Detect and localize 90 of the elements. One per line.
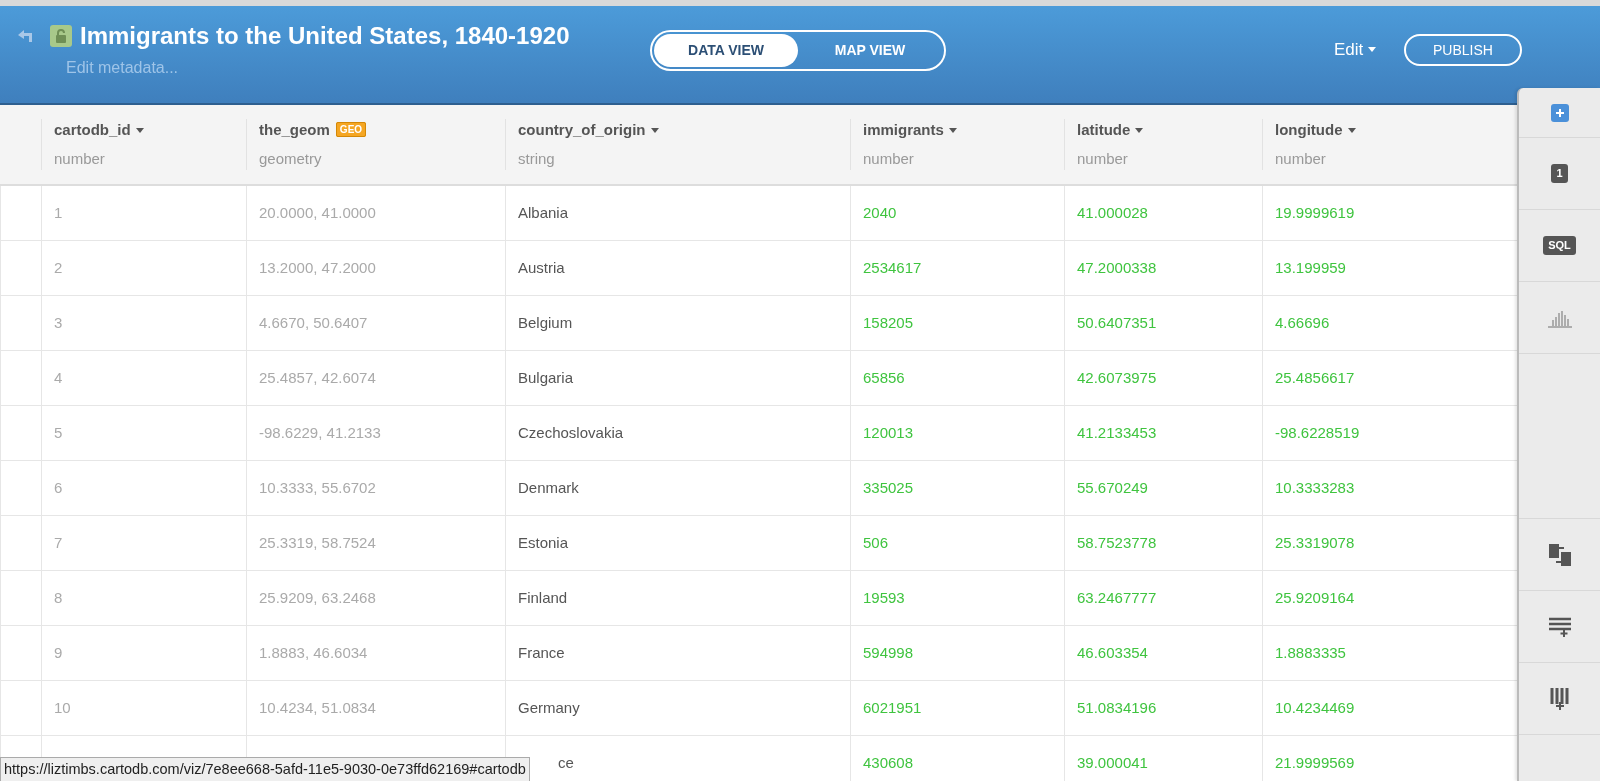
status-url-tooltip: https://liztimbs.cartodb.com/viz/7e8ee668-5afd-11e5-9030-0e73ffd62169#cartodb: [0, 757, 530, 781]
table-cell: 2534617: [850, 241, 1064, 296]
caret-icon[interactable]: [1368, 47, 1376, 53]
table-cell: 335025: [850, 461, 1064, 516]
blank-cell: [0, 571, 41, 626]
table-cell: 4: [41, 351, 246, 406]
table-cell: 50.6407351: [1064, 296, 1262, 351]
table-cell: 20.0000, 41.0000: [246, 186, 505, 241]
caret-icon[interactable]: [650, 128, 659, 133]
add-icon[interactable]: [1550, 103, 1569, 122]
blank-cell: [0, 296, 41, 351]
table-cell: 65856: [850, 351, 1064, 406]
table-cell: 3: [41, 296, 246, 351]
view-tab[interactable]: DATA VIEW: [654, 34, 798, 67]
table-cell: 46.603354: [1064, 626, 1262, 681]
blank-cell: [0, 241, 41, 296]
table-cell: 7: [41, 516, 246, 571]
blank-cell: [0, 461, 41, 516]
table-cell: 9: [41, 626, 246, 681]
column-header[interactable]: immigrants number: [850, 105, 1064, 186]
sidebar-badge[interactable]: 1: [1551, 164, 1568, 183]
table-cell: 158205: [850, 296, 1064, 351]
table-cell: Czechoslovakia: [505, 406, 850, 461]
table-cell: 51.0834196: [1064, 681, 1262, 736]
table-cell: 42.6073975: [1064, 351, 1262, 406]
table-cell: 1: [41, 186, 246, 241]
caret-icon[interactable]: [1347, 128, 1356, 133]
table-cell: 25.4857, 42.6074: [246, 351, 505, 406]
table-cell: 25.3319, 58.7524: [246, 516, 505, 571]
blank-cell: [0, 186, 41, 241]
table-cell: 6: [41, 461, 246, 516]
table-cell: 1.8883, 46.6034: [246, 626, 505, 681]
column-header[interactable]: country_of_origin string: [505, 105, 850, 186]
table-cell: 430608: [850, 736, 1064, 781]
table-cell: Belgium: [505, 296, 850, 351]
column-type: number: [1275, 148, 1327, 169]
table-cell: 6021951: [850, 681, 1064, 736]
title-text: Immigrants to the United States, 1840-1920: [80, 24, 570, 48]
add-column-icon[interactable]: [1549, 686, 1570, 711]
column-header[interactable]: the_geom $^{GEO}$ geometry: [246, 105, 505, 186]
column-type: string: [518, 148, 556, 169]
caret-icon[interactable]: [135, 128, 144, 133]
publish-button[interactable]: PUBLISH: [1404, 34, 1522, 66]
table-cell: 4.6670, 50.6407: [246, 296, 505, 351]
column-header[interactable]: latitude number: [1064, 105, 1262, 186]
column-header[interactable]: cartodb_id number: [41, 105, 246, 186]
table-cell: Austria: [505, 241, 850, 296]
table-cell: 506: [850, 516, 1064, 571]
column-header[interactable]: longitude number: [1262, 105, 1517, 186]
table-cell: 63.2467777: [1064, 571, 1262, 626]
table-cell: 41.000028: [1064, 186, 1262, 241]
table-cell: 25.9209, 63.2468: [246, 571, 505, 626]
column-type: number: [54, 148, 106, 169]
table-cell: Bulgaria: [505, 351, 850, 406]
table-cell: 41.2133453: [1064, 406, 1262, 461]
table-cell: Albania: [505, 186, 850, 241]
table-cell: 120013: [850, 406, 1064, 461]
table-cell: 47.2000338: [1064, 241, 1262, 296]
table-cell: Finland: [505, 571, 850, 626]
merge-icon[interactable]: [1547, 542, 1572, 567]
table-cell: 19593: [850, 571, 1064, 626]
table-cell: -98.6229, 41.2133: [246, 406, 505, 461]
table-cell: 10: [41, 681, 246, 736]
geo-badge: GEO: [335, 122, 367, 137]
blank-cell: [0, 516, 41, 571]
blank-cell: [0, 351, 41, 406]
table-cell: Estonia: [505, 516, 850, 571]
table-cell: Germany: [505, 681, 850, 736]
table-cell: 8: [41, 571, 246, 626]
sidebar-badge[interactable]: SQL: [1543, 236, 1576, 255]
column-type: number: [1077, 148, 1129, 169]
table-cell: 55.670249: [1064, 461, 1262, 516]
table-cell: 594998: [850, 626, 1064, 681]
add-row-icon[interactable]: [1547, 616, 1572, 637]
table-cell: 10.4234, 51.0834: [246, 681, 505, 736]
table-cell: 5: [41, 406, 246, 461]
table-cell: 2040: [850, 186, 1064, 241]
table-cell: 58.7523778: [1064, 516, 1262, 571]
blank-cell: [0, 626, 41, 681]
table-cell: France: [505, 626, 850, 681]
table-cell: 2: [41, 241, 246, 296]
caret-icon[interactable]: [1135, 128, 1144, 133]
column-type: number: [863, 148, 915, 169]
caret-icon[interactable]: [948, 128, 957, 133]
table-cell: 10.3333, 55.6702: [246, 461, 505, 516]
table-cell: 39.000041: [1064, 736, 1262, 781]
table-cell: 13.2000, 47.2000: [246, 241, 505, 296]
column-type: geometry: [259, 148, 323, 169]
blank-cell: [0, 406, 41, 461]
table-cell: Denmark: [505, 461, 850, 516]
